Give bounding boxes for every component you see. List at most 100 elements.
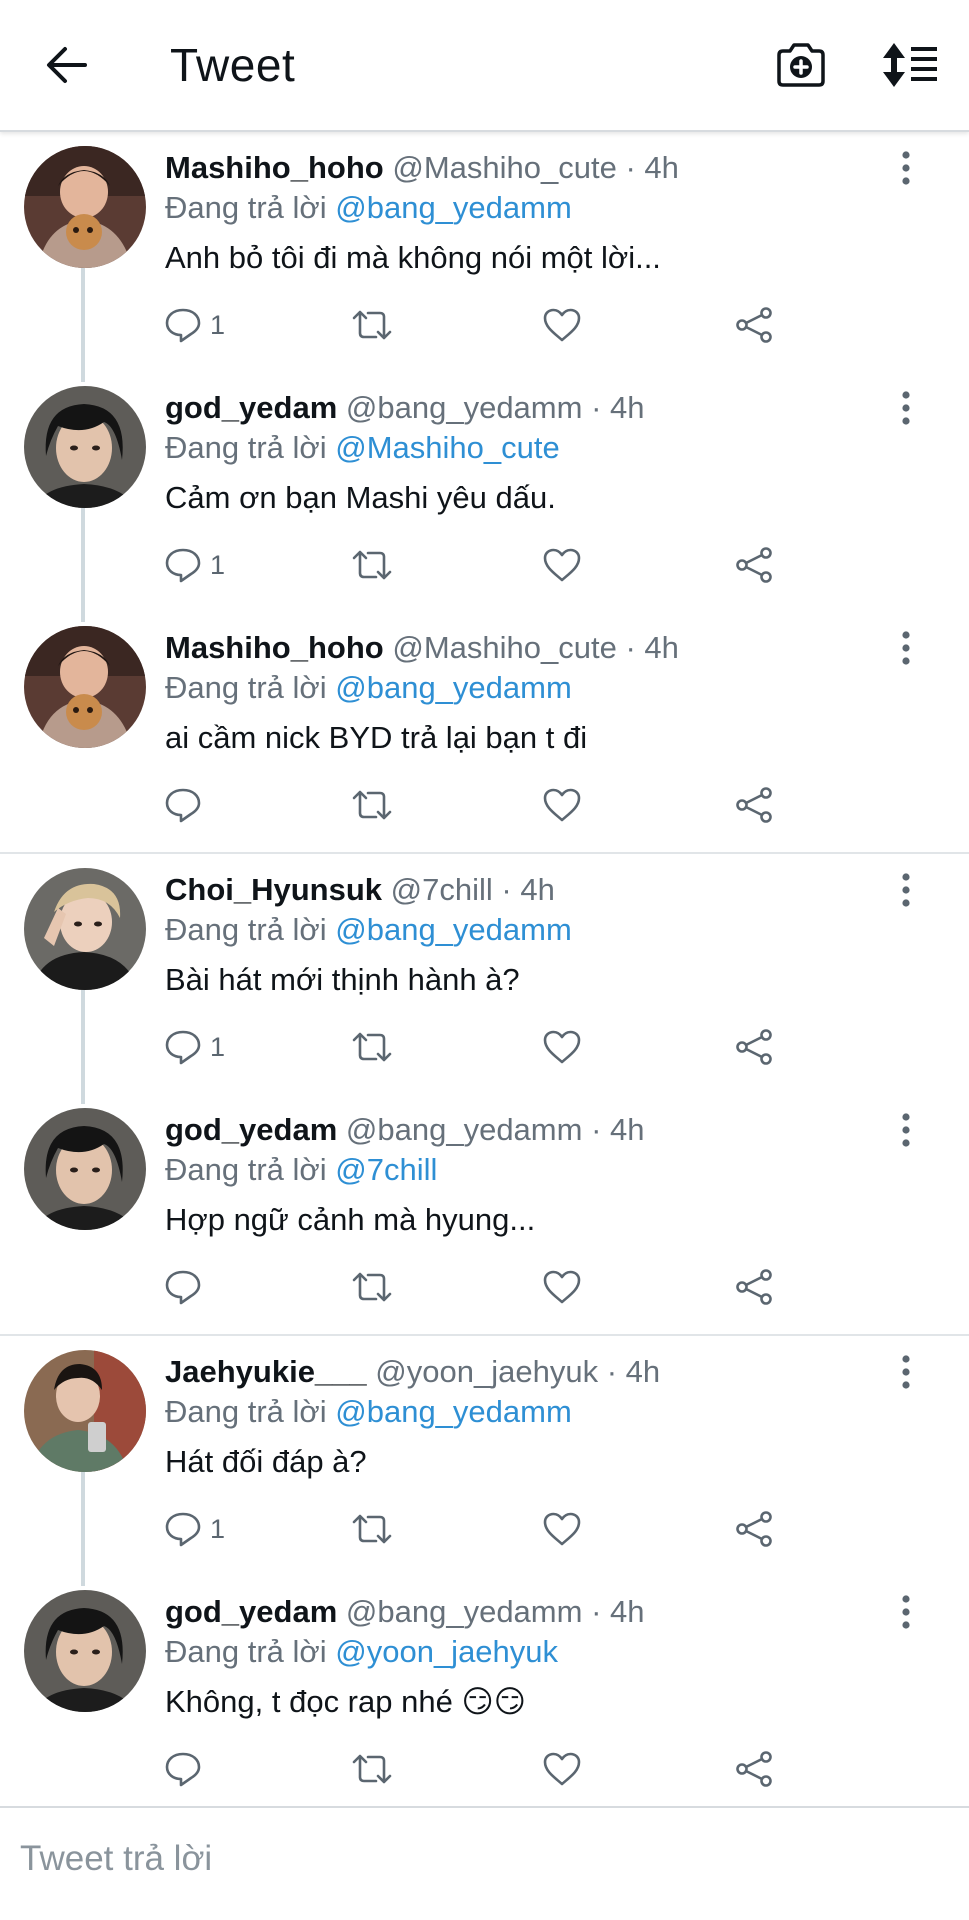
more-options-button[interactable] xyxy=(886,1108,926,1152)
tweet-actions: 1 xyxy=(160,1022,800,1072)
replying-to: Đang trả lời @yoon_jaehyuk xyxy=(165,1632,558,1672)
display-name[interactable]: Mashiho_hoho xyxy=(165,150,384,185)
tweet-header: god_yedam @bang_yedamm · 4h xyxy=(165,388,859,428)
more-options-button[interactable] xyxy=(886,386,926,430)
more-options-button[interactable] xyxy=(886,146,926,190)
reply-button[interactable] xyxy=(164,1744,210,1794)
avatar-image xyxy=(24,626,146,748)
display-name[interactable]: Jaehyukie___ xyxy=(165,1354,367,1389)
more-vertical-icon xyxy=(902,391,910,425)
tweet-header: Choi_Hyunsuk @7chill · 4h xyxy=(165,870,859,910)
tweet-item[interactable]: god_yedam @bang_yedamm · 4h Đang trả lời… xyxy=(0,1576,969,1816)
tweet-header: Jaehyukie___ @yoon_jaehyuk · 4h xyxy=(165,1352,859,1392)
mention-link[interactable]: @Mashiho_cute xyxy=(335,430,559,465)
like-button[interactable] xyxy=(542,1504,582,1554)
retweet-button[interactable] xyxy=(350,1504,394,1554)
retweet-button[interactable] xyxy=(350,300,394,350)
like-button[interactable] xyxy=(542,1262,582,1312)
avatar[interactable] xyxy=(24,146,146,268)
display-name[interactable]: Mashiho_hoho xyxy=(165,630,384,665)
share-button[interactable] xyxy=(734,1504,774,1554)
like-button[interactable] xyxy=(542,780,582,830)
tweet-thread-screen: Tweet Mashiho_hoho @Mashiho_cute · 4h Đa… xyxy=(0,0,969,1920)
share-button[interactable] xyxy=(734,1022,774,1072)
arrow-left-icon xyxy=(47,47,87,83)
reply-button[interactable]: 1 xyxy=(164,300,225,350)
timestamp: 4h xyxy=(644,150,679,185)
avatar[interactable] xyxy=(24,1590,146,1712)
share-button[interactable] xyxy=(734,540,774,590)
replying-to: Đang trả lời @bang_yedamm xyxy=(165,910,572,950)
timestamp: 4h xyxy=(644,630,679,665)
retweet-button[interactable] xyxy=(350,540,394,590)
like-button[interactable] xyxy=(542,300,582,350)
reply-button[interactable] xyxy=(164,1262,210,1312)
separator-dot: · xyxy=(606,1354,618,1389)
heart-icon xyxy=(543,308,581,342)
like-button[interactable] xyxy=(542,540,582,590)
tweet-actions: 1 xyxy=(160,300,800,350)
avatar-image xyxy=(24,146,146,268)
display-name[interactable]: god_yedam xyxy=(165,1112,337,1147)
like-button[interactable] xyxy=(542,1744,582,1794)
reply-button[interactable]: 1 xyxy=(164,1022,225,1072)
more-options-button[interactable] xyxy=(886,1350,926,1394)
user-handle: @bang_yedamm xyxy=(345,1112,583,1147)
display-name[interactable]: Choi_Hyunsuk xyxy=(165,872,382,907)
more-options-button[interactable] xyxy=(886,868,926,912)
retweet-button[interactable] xyxy=(350,1262,394,1312)
tweet-item[interactable]: Mashiho_hoho @Mashiho_cute · 4h Đang trả… xyxy=(0,612,969,852)
mention-link[interactable]: @yoon_jaehyuk xyxy=(335,1634,558,1669)
share-button[interactable] xyxy=(734,780,774,830)
tweet-actions: 1 xyxy=(160,1504,800,1554)
back-button[interactable] xyxy=(32,30,102,100)
tweet-item[interactable]: god_yedam @bang_yedamm · 4h Đang trả lời… xyxy=(0,1094,969,1334)
avatar[interactable] xyxy=(24,1108,146,1230)
reply-button[interactable]: 1 xyxy=(164,540,225,590)
separator-dot: · xyxy=(625,150,636,185)
mention-link[interactable]: @7chill xyxy=(335,1152,437,1187)
display-name[interactable]: god_yedam xyxy=(165,1594,337,1629)
thread-connector xyxy=(81,1468,85,1586)
reply-button[interactable] xyxy=(164,780,210,830)
camera-button[interactable] xyxy=(766,30,836,100)
more-options-button[interactable] xyxy=(886,1590,926,1634)
tweet-item[interactable]: Choi_Hyunsuk @7chill · 4h Đang trả lời @… xyxy=(0,854,969,1104)
avatar[interactable] xyxy=(24,626,146,748)
like-button[interactable] xyxy=(542,1022,582,1072)
mention-link[interactable]: @bang_yedamm xyxy=(335,1394,572,1429)
tweet-text: Không, t đọc rap nhé 😏😏 xyxy=(165,1684,527,1719)
heart-icon xyxy=(543,1030,581,1064)
avatar[interactable] xyxy=(24,386,146,508)
replying-to: Đang trả lời @bang_yedamm xyxy=(165,668,572,708)
sort-button[interactable] xyxy=(876,30,946,100)
user-handle: @yoon_jaehyuk xyxy=(375,1354,599,1389)
reply-icon xyxy=(165,308,201,343)
tweet-header: god_yedam @bang_yedamm · 4h xyxy=(165,1110,859,1150)
reply-icon xyxy=(165,1752,201,1787)
retweet-icon xyxy=(352,1754,392,1784)
retweet-icon xyxy=(352,1032,392,1062)
avatar[interactable] xyxy=(24,868,146,990)
mention-link[interactable]: @bang_yedamm xyxy=(335,912,572,947)
tweet-item[interactable]: Jaehyukie___ @yoon_jaehyuk · 4h Đang trả… xyxy=(0,1336,969,1586)
share-button[interactable] xyxy=(734,300,774,350)
reply-button[interactable]: 1 xyxy=(164,1504,225,1554)
retweet-button[interactable] xyxy=(350,1744,394,1794)
user-handle: @bang_yedamm xyxy=(345,390,583,425)
more-options-button[interactable] xyxy=(886,626,926,670)
mention-link[interactable]: @bang_yedamm xyxy=(335,190,572,225)
mention-link[interactable]: @bang_yedamm xyxy=(335,670,572,705)
tweet-actions: 1 xyxy=(160,540,800,590)
share-button[interactable] xyxy=(734,1744,774,1794)
avatar[interactable] xyxy=(24,1350,146,1472)
tweet-header: Mashiho_hoho @Mashiho_cute · 4h xyxy=(165,148,859,188)
reply-input[interactable] xyxy=(18,1838,922,1880)
display-name[interactable]: god_yedam xyxy=(165,390,337,425)
share-button[interactable] xyxy=(734,1262,774,1312)
tweet-item[interactable]: god_yedam @bang_yedamm · 4h Đang trả lời… xyxy=(0,372,969,622)
camera-plus-icon xyxy=(777,43,825,87)
tweet-item[interactable]: Mashiho_hoho @Mashiho_cute · 4h Đang trả… xyxy=(0,132,969,382)
retweet-button[interactable] xyxy=(350,780,394,830)
retweet-button[interactable] xyxy=(350,1022,394,1072)
